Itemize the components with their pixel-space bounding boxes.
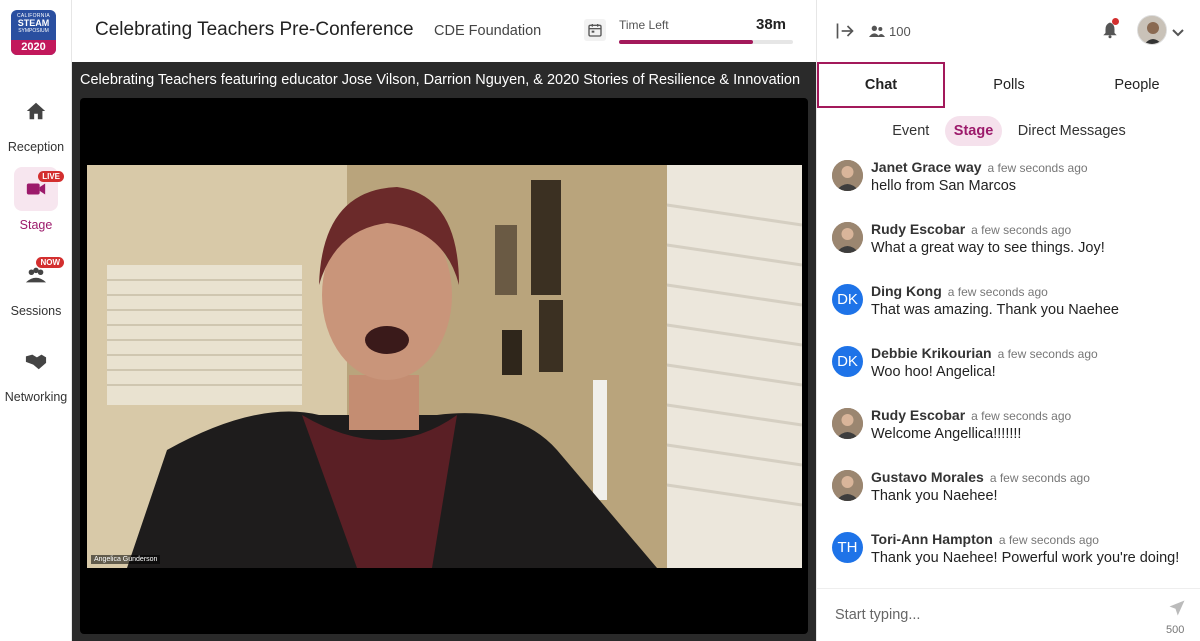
handshake-icon [14,339,58,383]
message-text: hello from San Marcos [871,178,1017,194]
nav-label-networking: Networking [4,390,68,404]
chat-message: DK Ding Kong a few seconds ago That was ama… [832,274,1192,326]
speaker-name-label: Angelica Gunderson [91,555,161,564]
message-timestamp: a few seconds ago [989,471,1090,485]
message-author-name: Ding Kong [871,283,942,299]
speaker-video-frame: Angelica Gunderson [87,165,802,568]
nav-item-reception[interactable]: Reception [0,89,72,154]
stage-area: Celebrating Teachers featuring educator … [72,62,816,641]
message-author-name: Rudy Escobar [871,221,966,237]
message-author-name: Rudy Escobar [871,407,966,423]
message-text: Thank you Naehee! [871,488,998,504]
attendee-count: 100 [889,24,911,39]
nav-label-sessions: Sessions [10,304,62,318]
left-navigation: CALIFORNIA STEAM SYMPOSIUM 2020 Receptio… [0,0,72,641]
message-author[interactable]: Janet Grace way a few seconds ago [871,159,1088,175]
nav-item-networking[interactable]: Networking [0,339,72,404]
message-author[interactable]: Ding Kong a few seconds ago [871,283,1048,299]
message-timestamp: a few seconds ago [987,161,1088,175]
home-icon [14,89,58,133]
message-author[interactable]: Gustavo Morales a few seconds ago [871,469,1090,485]
tab-polls[interactable]: Polls [945,62,1073,108]
message-avatar[interactable]: DK [832,284,863,315]
message-author-name: Janet Grace way [871,159,982,175]
message-avatar[interactable]: DK [832,346,863,377]
nav-label-stage: Stage [19,218,53,232]
event-title: Celebrating Teachers Pre-Conference [95,19,414,40]
logo-line-3: SYMPOSIUM [18,28,49,34]
chat-message: Rudy Escobar a few seconds ago What a grea… [832,212,1192,264]
chat-message: Gustavo Morales a few seconds ago Thank yo… [832,460,1192,512]
speaker-video-image [87,165,802,568]
message-timestamp: a few seconds ago [997,347,1098,361]
logo-year: 2020 [11,40,56,55]
sessions-icon: NOW [14,253,64,297]
message-author-name: Debbie Krikourian [871,345,992,361]
message-author[interactable]: Debbie Krikourian a few seconds ago [871,345,1098,361]
chevron-down-icon[interactable] [1172,24,1184,42]
user-avatar[interactable] [1137,15,1167,45]
time-left-value: 38m [756,16,787,33]
time-progress-fill [619,40,753,44]
chat-message-list[interactable]: Janet Grace way a few seconds ago hello fr… [817,150,1200,580]
message-author[interactable]: Tori-Ann Hampton a few seconds ago [871,531,1099,547]
right-panel: 100 Chat Polls People Event Stage Direct… [816,0,1200,641]
message-author[interactable]: Rudy Escobar a few seconds ago [871,407,1071,423]
exit-icon[interactable] [835,21,855,46]
message-author-name: Gustavo Morales [871,469,984,485]
event-logo[interactable]: CALIFORNIA STEAM SYMPOSIUM 2020 [11,10,56,55]
message-timestamp: a few seconds ago [971,409,1072,423]
chat-message: Rudy Escobar a few seconds ago Welcome Ang… [832,398,1192,450]
message-text: That was amazing. Thank you Naehee [871,302,1119,318]
message-avatar[interactable] [832,160,863,191]
message-timestamp: a few seconds ago [947,285,1048,299]
calendar-icon[interactable] [584,19,606,41]
message-author-name: Tori-Ann Hampton [871,531,993,547]
message-avatar[interactable] [832,222,863,253]
stage-title: Celebrating Teachers featuring educator … [80,72,801,88]
message-avatar[interactable] [832,408,863,439]
notification-dot [1112,18,1119,25]
message-avatar[interactable] [832,470,863,501]
subtab-stage[interactable]: Stage [944,116,1003,146]
chat-input[interactable] [835,603,1155,627]
message-text: Thank you Naehee! Powerful work you're d… [871,550,1180,566]
subtab-direct-messages[interactable]: Direct Messages [1009,116,1135,146]
nav-item-stage[interactable]: LIVE Stage [0,167,72,232]
tab-people[interactable]: People [1073,62,1200,108]
logo-line-2: STEAM [17,18,50,28]
subtab-event[interactable]: Event [883,116,938,146]
chat-composer: 500 [817,588,1200,641]
live-badge: LIVE [38,171,64,182]
tab-chat[interactable]: Chat [817,62,945,108]
send-icon[interactable] [1168,599,1186,622]
chat-message: DK Debbie Krikourian a few seconds ago Woo … [832,336,1192,388]
chat-message: Janet Grace way a few seconds ago hello fr… [832,150,1192,202]
organizer-name[interactable]: CDE Foundation [434,23,541,39]
char-limit-counter: 500 [1166,624,1185,636]
message-avatar[interactable]: TH [832,532,863,563]
panel-topbar: 100 [817,0,1200,62]
message-timestamp: a few seconds ago [998,533,1099,547]
chat-subtabs: Event Stage Direct Messages [817,116,1200,146]
panel-tabs: Chat Polls People [817,62,1200,108]
nav-label-reception: Reception [7,140,65,154]
people-icon [869,24,885,43]
video-camera-icon: LIVE [14,167,64,211]
chat-message: TH Tori-Ann Hampton a few seconds ago Thank… [832,522,1192,574]
event-header: Celebrating Teachers Pre-Conference CDE … [72,0,816,62]
message-timestamp: a few seconds ago [971,223,1072,237]
time-left-label: Time Left [619,18,669,32]
message-author[interactable]: Rudy Escobar a few seconds ago [871,221,1071,237]
message-text: Welcome Angellica!!!!!!! [871,426,1022,442]
nav-item-sessions[interactable]: NOW Sessions [0,253,72,318]
video-player[interactable]: Angelica Gunderson [80,98,808,634]
message-text: What a great way to see things. Joy! [871,240,1105,256]
message-text: Woo hoo! Angelica! [871,364,996,380]
time-progress-bar [619,40,793,44]
now-badge: NOW [36,257,64,268]
